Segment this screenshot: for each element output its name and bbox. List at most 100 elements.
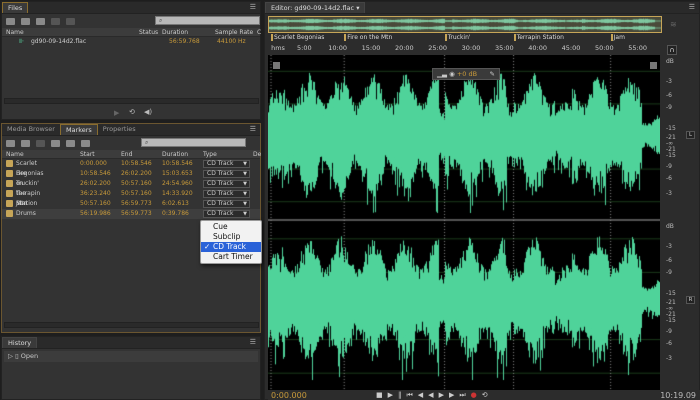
marker-row[interactable]: Jam 50:57.160 56:59.773 6:02.613 CD Trac… — [2, 199, 260, 209]
panel-menu-icon[interactable]: ☰ — [689, 3, 695, 11]
col-end[interactable]: End — [121, 151, 132, 158]
marker-label[interactable]: Terrapin Station — [513, 34, 564, 41]
tab-markers[interactable]: Markers — [59, 124, 98, 135]
marker-row[interactable]: Drums 56:19.986 56:59.773 0:39.786 CD Tr… — [2, 209, 260, 219]
menu-item-cart-timer[interactable]: Cart Timer — [201, 252, 261, 262]
menu-item-cd-track[interactable]: ✓ CD Track — [201, 242, 261, 252]
markers-search-input[interactable]: ⌕ — [141, 138, 246, 147]
marker-type-select[interactable]: CD Track ▼ — [203, 170, 250, 178]
chevron-down-icon: ▼ — [243, 191, 247, 197]
marker-duration[interactable]: 15:03.653 — [162, 169, 193, 179]
delete-marker-icon[interactable] — [21, 139, 30, 147]
export-selection-icon[interactable] — [66, 139, 75, 147]
marker-type-select[interactable]: CD Track ▼ — [203, 190, 250, 198]
marker-end[interactable]: 56:59.773 — [121, 199, 152, 209]
marker-start[interactable]: 26:02.200 — [80, 179, 111, 189]
panel-menu-icon[interactable]: ☰ — [250, 3, 256, 11]
play-icon[interactable]: ▶ — [114, 109, 119, 117]
marker-start[interactable]: 50:57.160 — [80, 199, 111, 209]
marker-end[interactable]: 10:58.546 — [121, 159, 152, 169]
marker-type-select[interactable]: CD Track ▼ — [203, 180, 250, 188]
marker-label[interactable]: Jam — [610, 34, 625, 41]
marker-duration[interactable]: 6:02.613 — [162, 199, 189, 209]
tab-properties[interactable]: Properties — [98, 124, 141, 135]
snap-icon[interactable]: ∩ — [667, 45, 677, 55]
col-name[interactable]: Name — [6, 151, 24, 158]
add-marker-icon[interactable] — [6, 139, 15, 147]
col-start[interactable]: Start — [80, 151, 95, 158]
col-type[interactable]: Type — [203, 151, 217, 158]
transport-controls[interactable]: ■▶‖⏮◀◀▶▶⏭●⟲ — [376, 391, 493, 400]
marker-duration[interactable]: 10:58.546 — [162, 159, 193, 169]
tab-history[interactable]: History — [2, 337, 38, 348]
marker-row[interactable]: Terrapin Station 36:23.240 50:57.160 14:… — [2, 189, 260, 207]
marker-end[interactable]: 50:57.160 — [121, 179, 152, 189]
col-status[interactable]: Status — [139, 29, 158, 36]
marker-row[interactable]: Truckin' 26:02.200 50:57.160 24:54.960 C… — [2, 179, 260, 189]
marker-start[interactable]: 0:00.000 — [80, 159, 107, 169]
marker-duration[interactable]: 14:33.920 — [162, 189, 193, 199]
time-ruler[interactable]: hms 5:00 10:00 15:00 20:00 25:00 30:00 35:00 40:… — [268, 43, 662, 55]
insert-playlist-icon[interactable] — [51, 139, 60, 147]
marker-label[interactable]: Scarlet Begonias — [271, 34, 324, 41]
marker-name[interactable]: Truckin' — [16, 179, 39, 189]
history-item[interactable]: ▷ ▯ Open — [4, 351, 258, 362]
hud-gain[interactable]: ▁▃ ◉ +0 dB ✎ — [432, 68, 500, 80]
overview-bar[interactable] — [268, 16, 662, 33]
fullscreen-icon[interactable] — [650, 62, 657, 69]
current-time: 0:00.000 — [271, 391, 307, 400]
col-description[interactable]: De — [253, 151, 261, 158]
waveform-display[interactable] — [268, 55, 660, 390]
type-value: CD Track — [207, 180, 234, 187]
files-search-input[interactable]: ⌕ — [155, 16, 260, 25]
tab-editor[interactable]: Editor: gd90-09-14d2.flac ▾ — [265, 2, 366, 13]
col-sample-rate[interactable]: Sample Rate — [215, 29, 253, 36]
db-tick-label: -9 — [666, 163, 672, 170]
marker-name[interactable]: Drums — [16, 209, 36, 219]
marker-type-select[interactable]: CD Track ▼ — [203, 160, 250, 168]
marker-label[interactable]: Truckin' — [444, 34, 471, 41]
marker-duration[interactable]: 24:54.960 — [162, 179, 193, 189]
menu-item-cue[interactable]: Cue — [201, 222, 261, 232]
marker-start[interactable]: 56:19.986 — [80, 209, 111, 219]
panel-menu-icon[interactable]: ☰ — [250, 125, 256, 133]
col-duration[interactable]: Duration — [162, 29, 188, 36]
col-channels[interactable]: C — [257, 29, 261, 36]
col-name[interactable]: Name — [6, 29, 24, 36]
tab-files[interactable]: Files — [2, 2, 29, 13]
marker-duration[interactable]: 0:39.786 — [162, 209, 189, 219]
marker-name[interactable]: Jam — [16, 199, 27, 209]
marker-end[interactable]: 26:02.200 — [121, 169, 152, 179]
ruler-tick-label: 10:00 — [328, 44, 348, 52]
marker-type-select[interactable]: CD Track ▼ — [203, 200, 250, 208]
marker-start[interactable]: 36:23.240 — [80, 189, 111, 199]
gain-value[interactable]: +0 dB — [457, 70, 477, 78]
loop-icon[interactable]: ⟲ — [129, 108, 135, 116]
autoplay-icon[interactable]: ◀) — [144, 108, 152, 116]
marker-type-select[interactable]: CD Track ▼ — [203, 210, 250, 218]
spectral-toggle-icon[interactable] — [273, 62, 280, 69]
marker-row[interactable]: Scarlet Begonias 0:00.000 10:58.546 10:5… — [2, 159, 260, 177]
zoom-icon[interactable]: ≋ — [670, 20, 677, 29]
marker-row[interactable]: Fire on the Mtn 10:58.546 26:02.200 15:0… — [2, 169, 260, 207]
files-hscrollbar[interactable] — [4, 98, 259, 104]
batch-icon[interactable] — [81, 139, 90, 147]
panel-menu-icon[interactable]: ☰ — [250, 338, 256, 346]
marker-start[interactable]: 10:58.546 — [80, 169, 111, 179]
tab-media-browser[interactable]: Media Browser — [2, 124, 60, 135]
import-icon[interactable] — [21, 17, 30, 25]
channel-l-button[interactable]: L — [686, 131, 695, 139]
marker-label[interactable]: Fire on the Mtn — [344, 34, 392, 41]
markers-hscrollbar[interactable] — [4, 322, 259, 328]
marker-end[interactable]: 50:57.160 — [121, 189, 152, 199]
pin-icon[interactable]: ✎ — [490, 69, 495, 79]
new-file-icon[interactable] — [36, 17, 45, 25]
file-row[interactable]: ⊪ gd90-09-14d2.flac 56:59.768 44100 Hz — [2, 37, 260, 47]
menu-item-subclip[interactable]: Subclip — [201, 232, 261, 242]
marker-end[interactable]: 56:59.773 — [121, 209, 152, 219]
open-file-icon[interactable] — [6, 17, 15, 25]
col-duration[interactable]: Duration — [162, 151, 188, 158]
channel-r-button[interactable]: R — [686, 296, 695, 304]
ruler-tick-label: 50:00 — [594, 44, 614, 52]
history-item-label: Open — [20, 352, 39, 360]
